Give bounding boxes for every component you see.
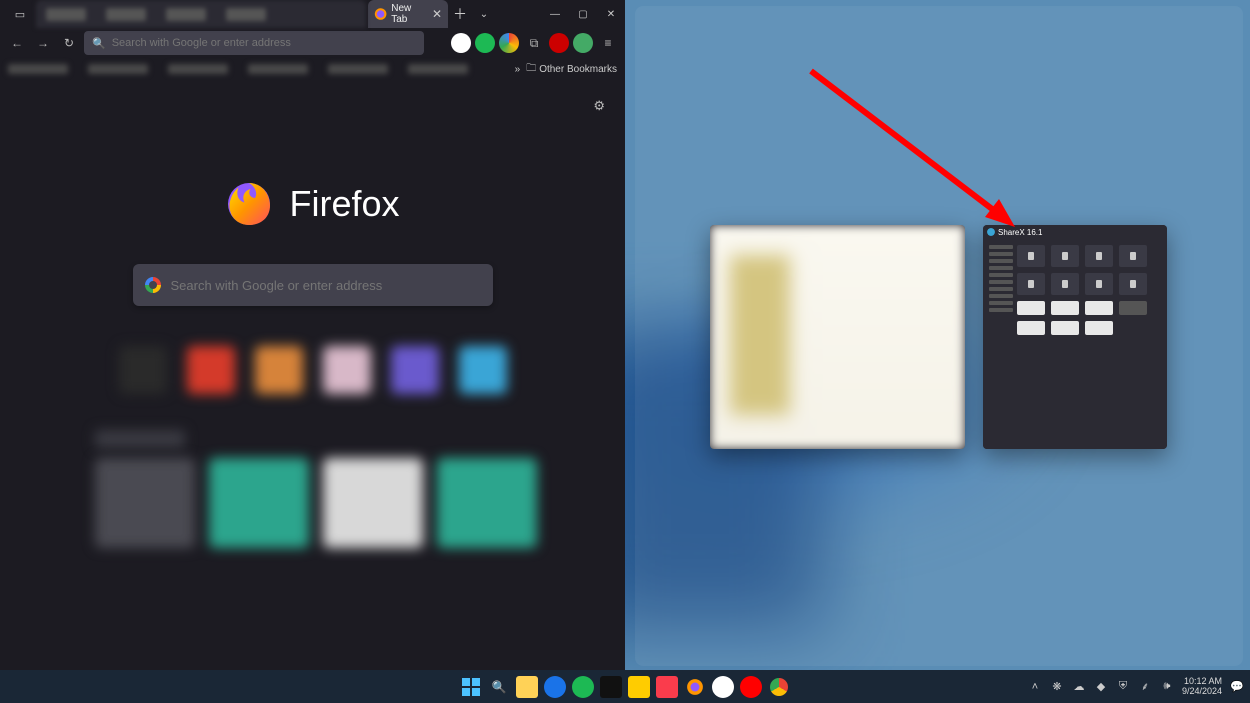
other-bookmarks-label: Other Bookmarks bbox=[539, 64, 617, 75]
tray-icon[interactable]: ◆ bbox=[1094, 680, 1108, 694]
tray-wifi-icon[interactable]: ⸙ bbox=[1138, 680, 1152, 694]
bookmarks-blurred bbox=[8, 64, 509, 74]
newtab-page: ⚙ Firefox bbox=[0, 80, 625, 670]
taskbar-search-button[interactable]: 🔍 bbox=[488, 676, 510, 698]
ext-icon-4[interactable] bbox=[549, 33, 569, 53]
rec-card[interactable] bbox=[323, 458, 423, 548]
newtab-search-input[interactable] bbox=[171, 278, 481, 293]
window-maximize-button[interactable]: ▢ bbox=[569, 0, 597, 28]
ext-icon-2[interactable] bbox=[475, 33, 495, 53]
address-bar[interactable]: 🔍 bbox=[84, 31, 424, 55]
firefox-icon bbox=[374, 7, 387, 21]
snap-assist-thumbnails: ShareX 16.1 bbox=[710, 225, 1167, 449]
snap-thumb-explorer[interactable] bbox=[710, 225, 965, 449]
taskbar-clock[interactable]: 10:12 AM 9/24/2024 bbox=[1182, 677, 1222, 697]
tab-inactive[interactable] bbox=[36, 0, 366, 28]
start-button[interactable] bbox=[460, 676, 482, 698]
system-tray: ˄ ❋ ☁ ◆ ⛨ ⸙ 🕪 10:12 AM 9/24/2024 💬 bbox=[1028, 677, 1244, 697]
top-site-tile[interactable] bbox=[391, 346, 439, 394]
ext-icon-1[interactable] bbox=[451, 33, 471, 53]
firefox-window: ▭ New Tab ✕ ＋ ⌄ — ▢ ✕ ← → ↻ 🔍 ⧉ ≡ bbox=[0, 0, 625, 670]
clock-date: 9/24/2024 bbox=[1182, 687, 1222, 697]
snap-thumb-sharex[interactable]: ShareX 16.1 bbox=[983, 225, 1167, 449]
recommended-cards bbox=[95, 458, 537, 548]
nav-reload-button[interactable]: ↻ bbox=[58, 32, 80, 54]
rec-card[interactable] bbox=[437, 458, 537, 548]
notifications-icon[interactable]: 💬 bbox=[1230, 680, 1244, 694]
bookmarks-overflow-icon[interactable]: » bbox=[515, 64, 521, 75]
taskbar-firefox-icon[interactable] bbox=[684, 676, 706, 698]
firefox-logo-icon bbox=[225, 180, 273, 228]
tab-active[interactable]: New Tab ✕ bbox=[368, 0, 448, 28]
top-site-tile[interactable] bbox=[187, 346, 235, 394]
top-site-tile[interactable] bbox=[459, 346, 507, 394]
rec-card[interactable] bbox=[95, 458, 195, 548]
extensions-button[interactable]: ⧉ bbox=[523, 32, 545, 54]
tray-icon[interactable]: ❋ bbox=[1050, 680, 1064, 694]
newtab-search-bar[interactable] bbox=[133, 264, 493, 306]
tray-overflow-icon[interactable]: ˄ bbox=[1028, 680, 1042, 694]
taskbar-chrome-icon[interactable] bbox=[768, 676, 790, 698]
ext-icon-5[interactable] bbox=[573, 33, 593, 53]
taskbar-slack-icon[interactable] bbox=[712, 676, 734, 698]
other-bookmarks-folder[interactable]: 🗀 Other Bookmarks bbox=[526, 61, 617, 78]
top-site-tile[interactable] bbox=[119, 346, 167, 394]
bookmarks-bar: » 🗀 Other Bookmarks bbox=[0, 58, 625, 80]
new-tab-button[interactable]: ＋ bbox=[448, 2, 472, 26]
taskbar-edge-icon[interactable] bbox=[544, 676, 566, 698]
nav-back-button[interactable]: ← bbox=[6, 32, 28, 54]
folder-icon: 🗀 bbox=[526, 61, 536, 78]
tray-volume-icon[interactable]: 🕪 bbox=[1160, 680, 1174, 694]
window-minimize-button[interactable]: — bbox=[541, 0, 569, 28]
search-icon: 🔍 bbox=[92, 37, 106, 50]
top-sites-row bbox=[119, 346, 507, 394]
tabs-list-button[interactable]: ⌄ bbox=[472, 2, 496, 26]
sharex-thumb-titlebar: ShareX 16.1 bbox=[983, 225, 1167, 239]
tray-security-icon[interactable]: ⛨ bbox=[1116, 680, 1130, 694]
taskbar-pinned-apps: 🔍 bbox=[460, 676, 790, 698]
taskbar-youtube-icon[interactable] bbox=[740, 676, 762, 698]
taskbar-music-icon[interactable] bbox=[656, 676, 678, 698]
top-site-tile[interactable] bbox=[323, 346, 371, 394]
address-input[interactable] bbox=[112, 37, 416, 49]
window-close-button[interactable]: ✕ bbox=[597, 0, 625, 28]
top-site-tile[interactable] bbox=[255, 346, 303, 394]
windows-taskbar[interactable]: 🔍 ˄ ❋ ☁ ◆ ⛨ ⸙ 🕪 10:12 AM 9/24/2024 💬 bbox=[0, 670, 1250, 703]
ext-icon-3[interactable] bbox=[499, 33, 519, 53]
tab-active-label: New Tab bbox=[391, 3, 428, 25]
firefox-titlebar[interactable]: ▭ New Tab ✕ ＋ ⌄ — ▢ ✕ bbox=[0, 0, 625, 28]
sharex-icon bbox=[987, 228, 995, 236]
tray-onedrive-icon[interactable]: ☁ bbox=[1072, 680, 1086, 694]
taskbar-app-icon[interactable] bbox=[600, 676, 622, 698]
recommended-label-blurred bbox=[95, 430, 185, 448]
firefox-toolbar: ← → ↻ 🔍 ⧉ ≡ bbox=[0, 28, 625, 58]
rec-card[interactable] bbox=[209, 458, 309, 548]
newtab-settings-icon[interactable]: ⚙ bbox=[593, 98, 605, 114]
tab-close-icon[interactable]: ✕ bbox=[432, 7, 442, 21]
firefox-brand: Firefox bbox=[225, 180, 399, 228]
firefox-wordmark: Firefox bbox=[289, 183, 399, 225]
sharex-thumb-title: ShareX 16.1 bbox=[998, 228, 1042, 237]
google-icon bbox=[145, 277, 161, 293]
taskbar-app-icon[interactable] bbox=[628, 676, 650, 698]
app-menu-button[interactable]: ≡ bbox=[597, 32, 619, 54]
taskbar-explorer-icon[interactable] bbox=[516, 676, 538, 698]
taskbar-spotify-icon[interactable] bbox=[572, 676, 594, 698]
nav-forward-button[interactable]: → bbox=[32, 32, 54, 54]
app-menu-icon[interactable]: ▭ bbox=[8, 4, 32, 24]
